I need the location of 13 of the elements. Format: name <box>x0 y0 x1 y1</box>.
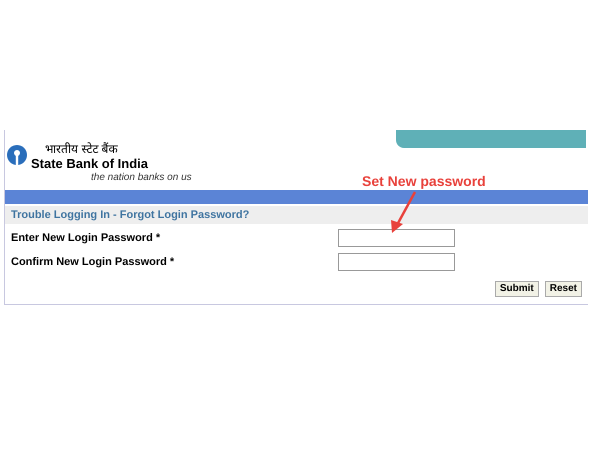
form-button[interactable]: Submit <box>494 281 539 297</box>
bank-logo-icon <box>6 144 28 166</box>
field-label: Enter New Login Password * <box>11 230 162 246</box>
field-label: Confirm New Login Password * <box>11 254 176 270</box>
form-title: Trouble Logging In - Forgot Login Password? <box>11 208 250 223</box>
form-button[interactable]: Reset <box>544 281 582 297</box>
bank-name: State Bank of India <box>31 156 150 171</box>
password-field[interactable] <box>338 229 455 247</box>
hindi-bank-name: भारतीय स्टेट बैंक <box>45 142 119 156</box>
annotation-label: Set New password <box>362 172 486 191</box>
tagline: the nation banks on us <box>91 171 192 184</box>
password-field[interactable] <box>338 253 455 271</box>
annotation-arrow <box>388 191 418 234</box>
